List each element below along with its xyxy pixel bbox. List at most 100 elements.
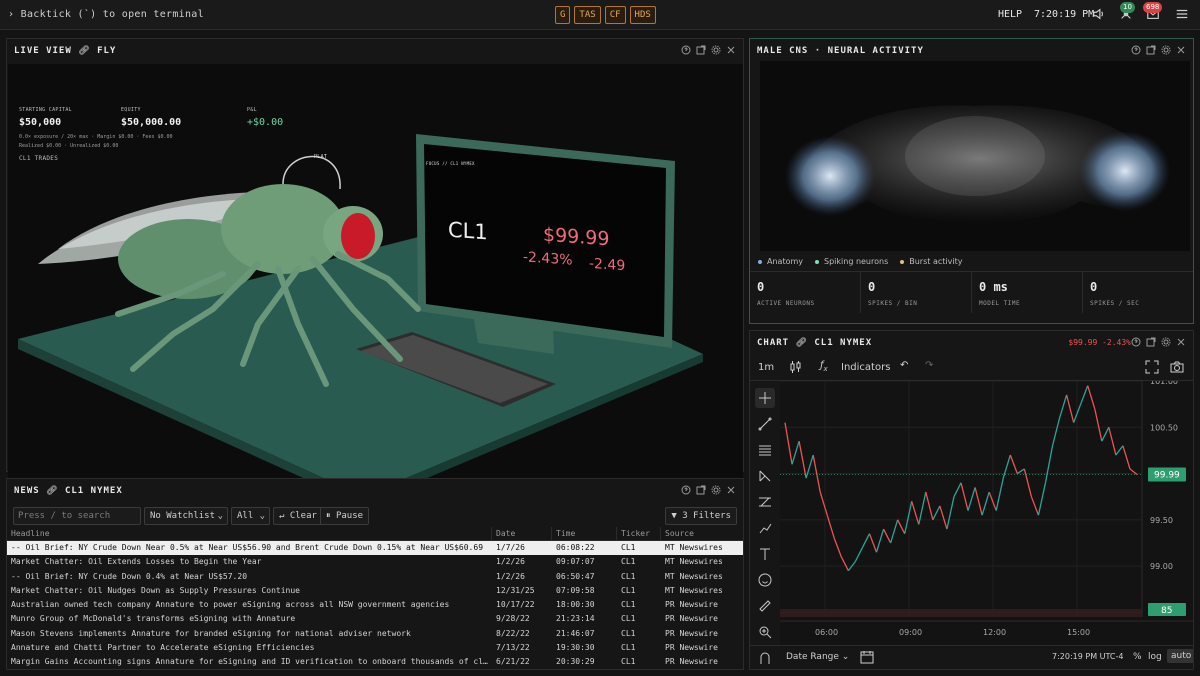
monitor-header: FOCUS // CL1 NYMEX [426,161,475,166]
table-row[interactable]: Munro Group of McDonald's transforms eSi… [7,612,743,626]
news-toolbar: No Watchlist⌄ All⌄ ↵ Clear ⏸︎ Pause ▼ 3 … [13,507,737,525]
table-row[interactable]: -- Oil Brief: NY Crude Down Near 0.5% at… [7,541,743,556]
fn-key-g[interactable]: G [555,6,571,24]
popout-icon[interactable] [1146,45,1156,55]
popout-icon[interactable] [1146,337,1156,347]
chart-header: CHART 🔗︎ CL1 NYMEX $99.99 -2.43% [750,331,1193,355]
log-toggle[interactable]: log [1148,652,1162,662]
pnl-value: +$0.00 [247,117,284,128]
candles-icon[interactable] [788,360,802,377]
close-icon[interactable] [726,485,736,495]
calendar-icon[interactable] [860,650,874,667]
panel-title: NEWS 🔗︎ CL1 NYMEX [14,486,123,496]
help-link[interactable]: HELP [998,9,1022,20]
chart-background [780,381,1193,647]
date-range-button[interactable]: Date Range ⌄ [786,652,849,662]
fly-3d-scene[interactable]: STARTING CAPITAL $50,000 EQUITY $50,000.… [8,64,743,505]
function-keys: G TAS CF HDS [555,6,656,24]
popout-icon[interactable] [696,45,706,55]
legend-burst: Burst activity [900,257,962,266]
news-panel: NEWS 🔗︎ CL1 NYMEX No Watchlist⌄ All⌄ ↵ C… [6,478,744,670]
settings-icon[interactable] [711,45,721,55]
table-row[interactable]: Market Chatter: Oil Nudges Down as Suppl… [7,584,743,598]
mail-badge: 698 [1143,2,1163,13]
volume-icon[interactable] [1092,7,1108,23]
fn-key-cf[interactable]: CF [604,6,626,24]
equity-label: EQUITY [121,107,141,113]
help-icon[interactable] [1131,337,1141,347]
legend-anatomy: Anatomy [758,257,803,266]
fullscreen-icon[interactable] [1145,360,1159,377]
clear-icon: ↵ [279,511,285,521]
terminal-hint[interactable]: › Backtick (`) to open terminal [8,9,204,20]
table-row[interactable]: Market Chatter: Oil Extends Losses to Be… [7,555,743,569]
help-icon[interactable] [681,45,691,55]
indicators-icon[interactable]: ƒx [820,360,828,373]
help-icon[interactable] [681,485,691,495]
popout-icon[interactable] [696,485,706,495]
pnl-label: P&L [247,107,257,113]
brush-icon[interactable] [755,518,775,538]
chart-footer: Date Range ⌄ 7:20:19 PM UTC-4 % log auto [750,645,1193,669]
neural-metrics: 0 ACTIVE NEURONS 0 SPIKES / BIN 0 ms MODEL … [750,271,1193,313]
percent-toggle[interactable]: % [1133,652,1142,662]
column-date[interactable]: Date [496,527,551,541]
metric-active-neurons: 0 ACTIVE NEURONS [750,272,861,313]
trendline-icon[interactable] [755,414,775,434]
pause-button[interactable]: ⏸︎ Pause [320,507,370,525]
monitor-change-pct: -2.43% [523,249,573,269]
crosshair-icon[interactable] [755,388,775,408]
horizontal-lines-icon[interactable] [755,440,775,460]
close-icon[interactable] [726,45,736,55]
panel-controls [1131,45,1186,55]
column-ticker[interactable]: Ticker [621,527,661,541]
x-tick-label: 09:00 [899,628,922,637]
close-icon[interactable] [1176,337,1186,347]
settings-icon[interactable] [1161,337,1171,347]
table-header: Headline Date Time Ticker Source [7,527,743,541]
close-icon[interactable] [1176,45,1186,55]
zoom-icon[interactable] [755,622,775,642]
news-search-input[interactable] [13,507,141,525]
indicators-button[interactable]: Indicators [841,362,890,373]
column-time[interactable]: Time [556,527,616,541]
table-row[interactable]: Australian owned tech company Annature t… [7,598,743,612]
column-headline[interactable]: Headline [11,527,491,541]
pause-icon: ⏸︎ [326,511,331,521]
table-row[interactable]: Annature and Chatti Partner to Accelerat… [7,641,743,655]
column-source[interactable]: Source [665,527,743,541]
clear-button[interactable]: ↵ Clear [273,507,323,525]
y-tick-label: 100.50 [1150,423,1178,432]
settings-icon[interactable] [711,485,721,495]
price-chart[interactable]: 101.00100.50100.0099.5099.0098.5006:0009… [780,381,1194,647]
table-row[interactable]: -- Oil Brief: NY Crude Down 0.4% at Near… [7,570,743,584]
auto-toggle[interactable]: auto [1167,649,1193,663]
undo-icon[interactable]: ↶ [900,360,908,371]
equity-value: $50,000.00 [121,117,182,128]
metric-spikes-sec: 0 SPIKES / SEC [1090,280,1140,307]
filter-all-select[interactable]: All ⌄ [231,507,270,525]
help-icon[interactable] [1131,45,1141,55]
menu-icon[interactable] [1175,7,1191,23]
table-row[interactable]: Mason Stevens implements Annature for br… [7,627,743,641]
interval-button[interactable]: 1m [758,362,774,373]
table-row[interactable]: Margin Gains Accounting signs Annature f… [7,655,743,669]
settings-icon[interactable] [1161,45,1171,55]
brain-visualization[interactable] [760,61,1190,251]
neural-legend: Anatomy Spiking neurons Burst activity [758,257,962,266]
redo-icon[interactable]: ↷ [925,360,933,371]
fn-key-tas[interactable]: TAS [574,6,601,24]
monitor-price: $99.99 [543,223,610,251]
fib-icon[interactable] [755,492,775,512]
fn-key-hds[interactable]: HDS [629,6,656,24]
text-icon[interactable] [755,544,775,564]
filters-button[interactable]: ▼ 3 Filters [665,507,737,525]
emoji-icon[interactable] [755,570,775,590]
pitchfork-icon[interactable] [755,466,775,486]
watchlist-select[interactable]: No Watchlist ⌄ [144,507,228,525]
ruler-icon[interactable] [755,596,775,616]
camera-icon[interactable] [1170,360,1184,377]
y-tick-label: 99.00 [1150,562,1173,571]
panel-controls [1131,337,1186,347]
fly-scene-render [18,134,703,505]
